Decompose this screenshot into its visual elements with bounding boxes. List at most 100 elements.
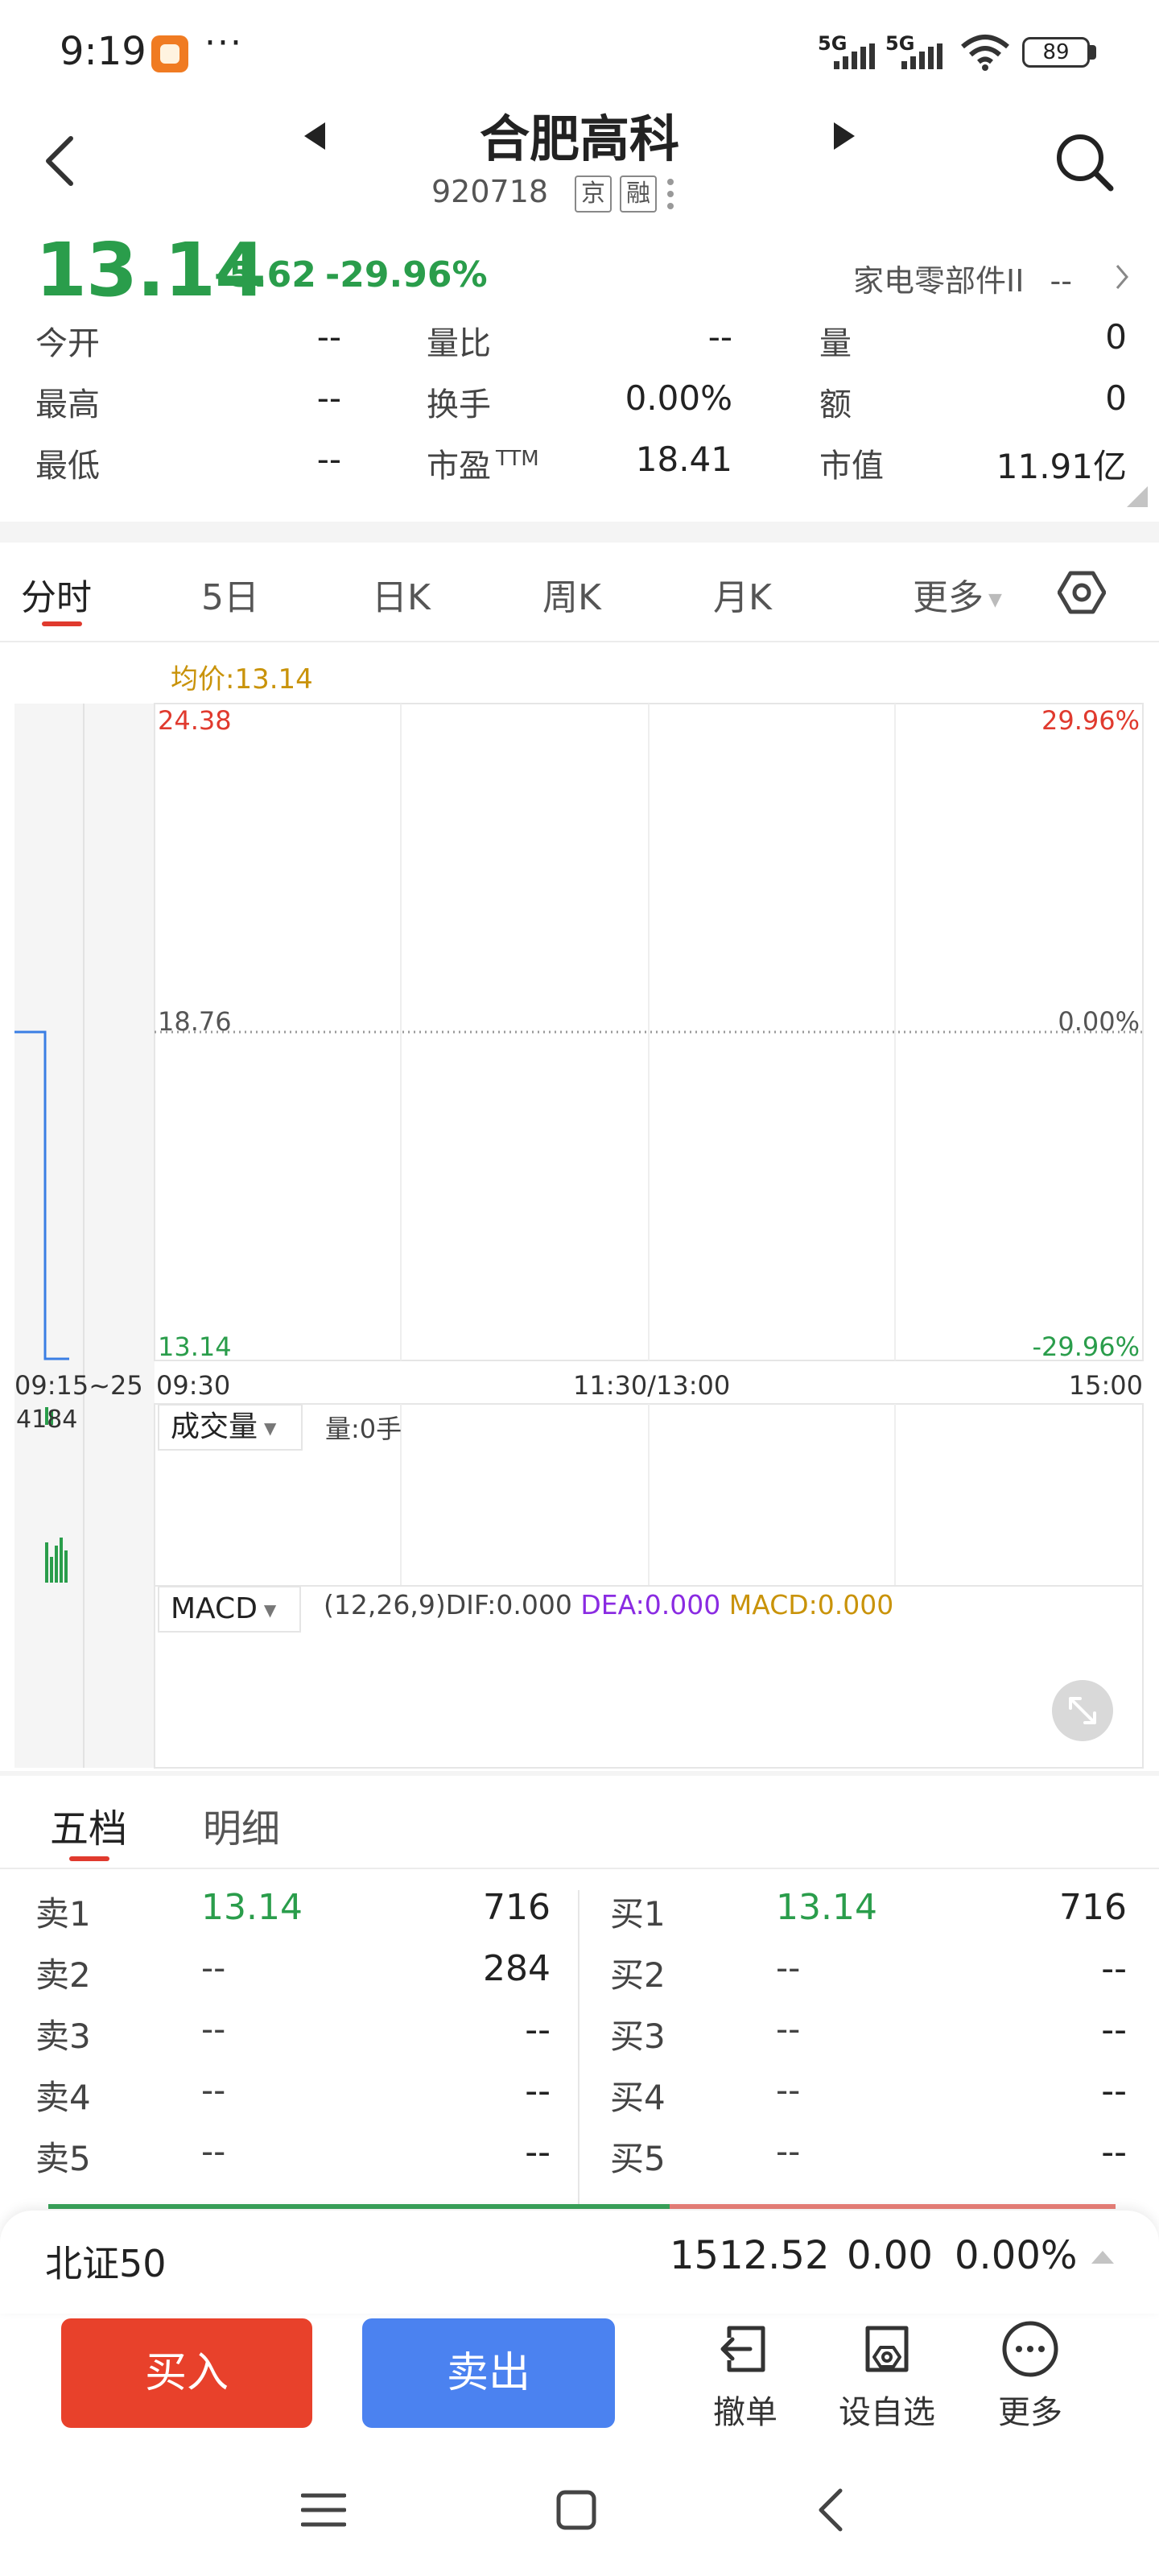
industry-change: -- [1050,263,1072,299]
pe-value: 18.41 [635,440,732,479]
ask-level-3-volume: -- [525,2009,551,2050]
volume-label: 量 [819,325,852,362]
time-open: 09:30 [156,1370,231,1401]
orderbook-center-divider [578,1890,580,2204]
mktcap-label: 市值 [819,448,884,485]
tab-5day[interactable]: 5日 [201,568,259,620]
fullscreen-icon[interactable] [1051,1679,1114,1742]
tab-daily-k[interactable]: 日K [372,568,431,620]
sell-button[interactable]: 卖出 [362,2318,615,2428]
dropdown-icon: ▼ [263,1600,277,1620]
turnover-value: 0.00% [625,378,732,418]
bid-level-2-price[interactable]: -- [776,1948,800,1988]
chart-bottom-gap [0,1771,1159,1776]
next-stock-icon[interactable] [832,122,855,150]
time-close: 15:00 [1068,1370,1143,1401]
bid-level-4-label: 买4 [610,2078,666,2117]
home-icon[interactable] [555,2489,597,2531]
expand-corner-icon[interactable] [1127,486,1148,507]
price-axis-bottom: 13.14 [158,1331,232,1362]
volume-ratio-label: 量比 [427,325,491,362]
bid-level-3-label: 买3 [610,2017,666,2056]
pe-ttm-sup: TTM [496,446,539,471]
volume-info: 量:0手 [325,1414,402,1444]
macd-dea: DEA:0.000 [580,1589,721,1620]
settings-icon[interactable] [1058,568,1106,617]
volume-indicator-select[interactable]: 成交量 ▼ [158,1404,303,1451]
tab-level5[interactable]: 五档 [50,1797,127,1853]
index-change: 0.00 [847,2233,933,2278]
index-pct: 0.00% [955,2233,1078,2278]
section-gap [0,522,1159,543]
index-name: 北证50 [45,2242,167,2285]
average-price-label: 均价:13.14 [171,663,313,696]
mktcap-value: 11.91亿 [996,447,1127,486]
buy-button[interactable]: 买入 [61,2318,312,2428]
price-axis-top: 24.38 [158,705,232,736]
open-label: 今开 [35,325,100,362]
search-icon[interactable] [1054,132,1116,193]
signal-5g-icon-2: 5G [885,32,950,69]
dropdown-icon: ▼ [988,589,1002,610]
ask-level-1-price[interactable]: 13.14 [201,1887,303,1928]
bid-level-5-label: 买5 [610,2139,666,2178]
price-change-percent: -29.96% [325,254,488,295]
bid-level-2-label: 买2 [610,1955,666,1995]
more-dots-icon [1002,2321,1058,2377]
cancel-order-label: 撤单 [713,2394,777,2431]
price-change: -5.62 [214,254,316,295]
bid-level-3-volume: -- [1101,2009,1127,2050]
tag-more-icon[interactable] [665,177,676,211]
amount-value: 0 [1105,378,1127,418]
bid-level-3-price[interactable]: -- [776,2009,800,2049]
chevron-right-icon[interactable] [1114,264,1130,290]
ask-level-4-volume: -- [525,2070,551,2112]
ask-level-1-volume: 716 [483,1887,551,1928]
pe-label: 市盈 TTM [427,446,539,485]
price-axis-mid: 18.76 [158,1006,232,1037]
bid-level-1-price[interactable]: 13.14 [776,1887,877,1928]
pct-axis-mid: 0.00% [1058,1006,1140,1037]
battery-tip [1090,45,1096,60]
active-tab-indicator [42,621,82,626]
bid-ratio-bar [48,2204,670,2209]
bid-level-4-price[interactable]: -- [776,2070,800,2110]
app-notification-icon [151,35,188,72]
signal-5g-icon: 5G [818,32,882,69]
stock-code: 920718 [431,174,549,209]
tab-intraday[interactable]: 分时 [21,568,92,620]
pct-axis-top: 29.96% [1041,705,1140,736]
ask-level-3-price[interactable]: -- [201,2009,225,2049]
low-value: -- [316,440,341,479]
ask-level-1-label: 卖1 [35,1894,91,1934]
volume-max-label: 4184 [16,1406,78,1434]
dropdown-icon: ▼ [264,1418,277,1438]
tab-monthly-k[interactable]: 月K [713,568,772,620]
chevron-up-icon[interactable] [1091,2249,1114,2264]
macd-indicator-select[interactable]: MACD ▼ [158,1586,301,1633]
ask-level-4-price[interactable]: -- [201,2070,225,2110]
ask-level-2-price[interactable]: -- [201,1948,225,1988]
nav-back-icon[interactable] [816,2487,845,2533]
orderbook-divider [0,1868,1159,1869]
ask-level-5-price[interactable]: -- [201,2132,225,2171]
industry-link[interactable]: 家电零部件II -- [853,256,1072,300]
pct-axis-bottom: -29.96% [1032,1331,1140,1362]
time-auction: 09:15~25 [14,1370,143,1401]
tab-detail[interactable]: 明细 [203,1797,280,1853]
bid-level-5-price[interactable]: -- [776,2132,800,2171]
more-actions-label: 更多 [998,2394,1062,2431]
amount-label: 额 [819,386,852,423]
menu-icon[interactable] [301,2491,346,2529]
tab-more[interactable]: 更多 ▼ [913,568,1002,620]
bid-level-2-volume: -- [1101,1948,1127,1989]
battery-icon: 89 [1022,37,1090,68]
bid-level-5-volume: -- [1101,2132,1127,2173]
low-label: 最低 [35,448,100,485]
orderbook-tab-indicator [69,1856,109,1861]
tab-weekly-k[interactable]: 周K [542,568,601,620]
industry-name: 家电零部件II [853,263,1025,299]
bid-level-1-volume: 716 [1059,1887,1127,1928]
bid-level-1-label: 买1 [610,1894,666,1934]
margin-tag: 融 [620,175,657,213]
